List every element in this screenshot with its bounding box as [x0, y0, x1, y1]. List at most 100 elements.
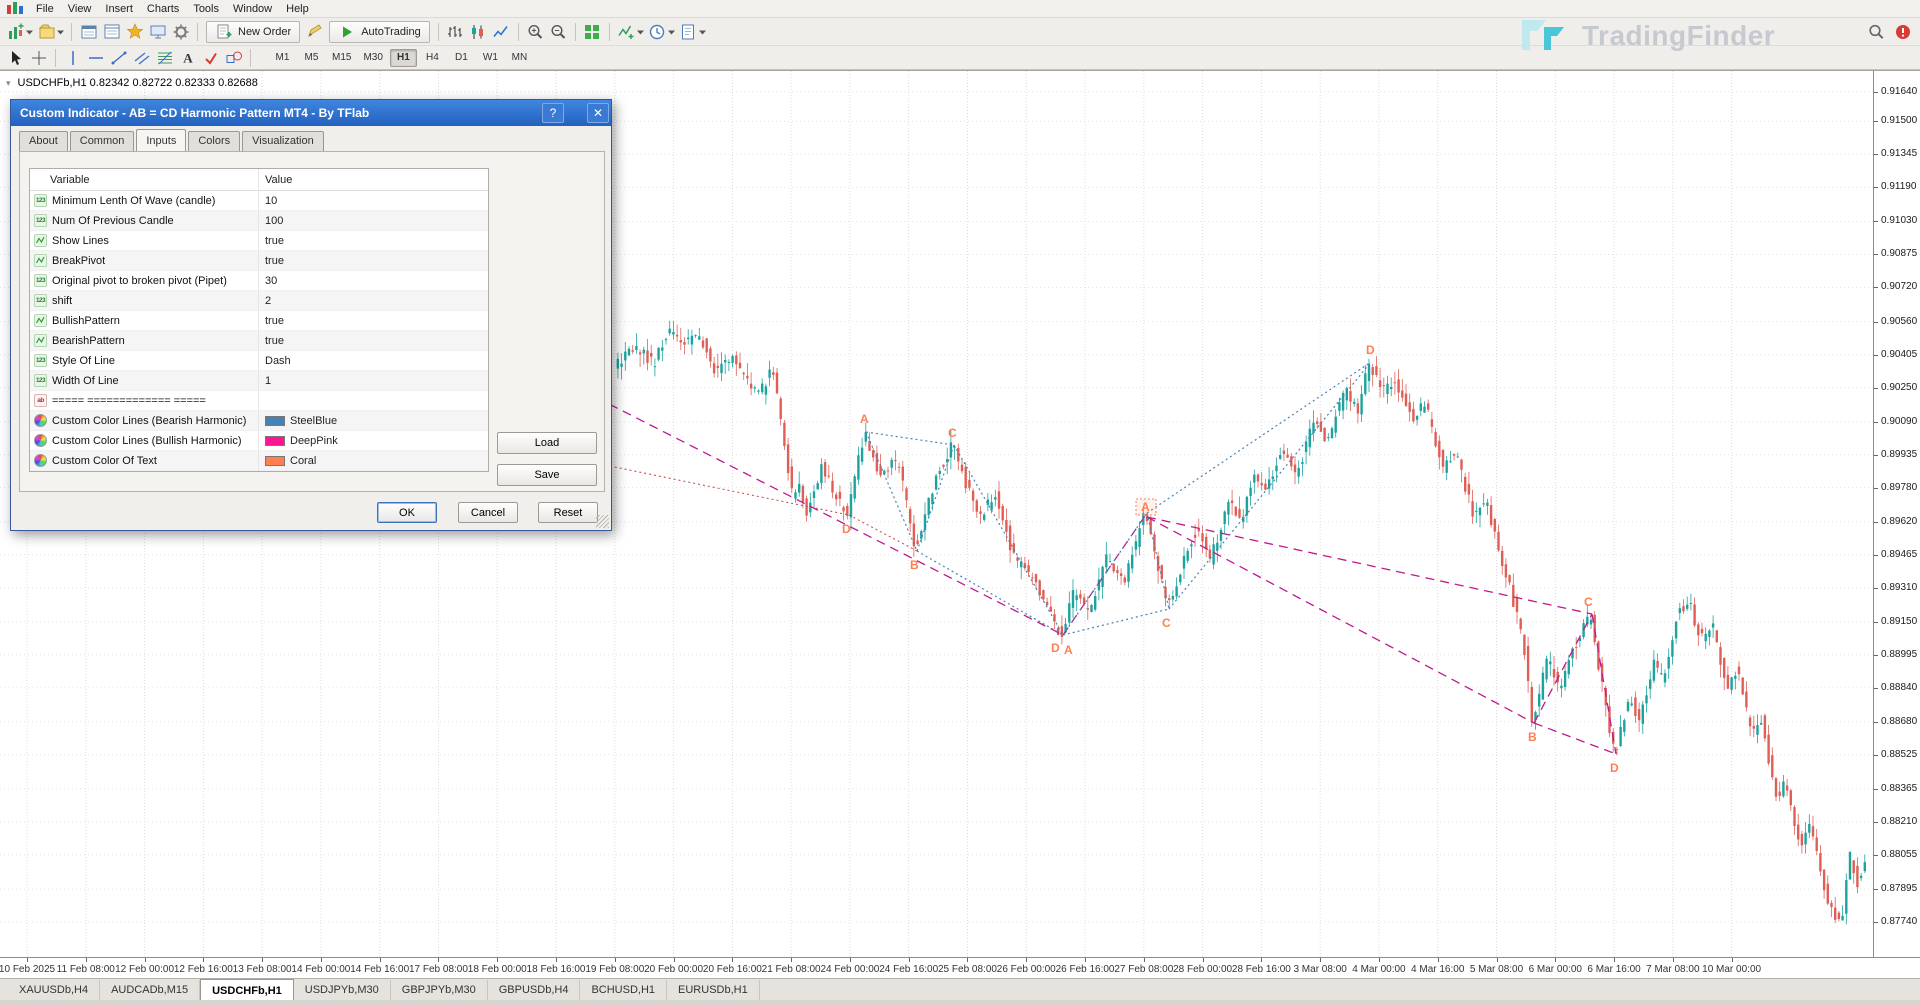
arrow-label-icon[interactable] — [199, 47, 222, 69]
timeframe-m1[interactable]: M1 — [269, 49, 296, 67]
search-icon[interactable] — [1864, 21, 1887, 43]
dialog-tab-colors[interactable]: Colors — [188, 131, 241, 151]
symbol-tab-usdjpyb-m30[interactable]: USDJPYb,M30 — [294, 980, 391, 1000]
input-value[interactable]: 100 — [265, 215, 283, 227]
tile-windows-icon[interactable] — [581, 21, 604, 43]
bars-chart-icon[interactable] — [444, 21, 467, 43]
price-axis[interactable]: 0.91640 0.91500 0.91345 0.91190 0.91030 0.908… — [1873, 70, 1920, 957]
menu-charts[interactable]: Charts — [140, 1, 186, 17]
input-row[interactable]: Custom Color Lines (Bearish Harmonic) Ste… — [30, 411, 488, 431]
timeframe-m15[interactable]: M15 — [327, 49, 356, 67]
horizontal-line-icon[interactable] — [84, 47, 107, 69]
symbol-tab-eurusdb-h1[interactable]: EURUSDb,H1 — [667, 980, 760, 1000]
input-value[interactable]: Dash — [265, 355, 291, 367]
data-window-icon[interactable] — [100, 21, 123, 43]
input-value[interactable]: true — [265, 255, 284, 267]
dialog-help-button[interactable]: ? — [542, 103, 564, 123]
dialog-close-button[interactable]: ✕ — [587, 103, 609, 123]
input-value[interactable]: 2 — [265, 295, 271, 307]
input-value[interactable]: true — [265, 235, 284, 247]
input-row[interactable]: 123 Style Of Line Dash — [30, 351, 488, 371]
input-row[interactable]: ab ===== ============= ===== — [30, 391, 488, 411]
timeframe-h1[interactable]: H1 — [389, 48, 417, 67]
timeframe-h4[interactable]: H4 — [419, 49, 446, 67]
symbol-tab-audcadb-m15[interactable]: AUDCADb,M15 — [100, 980, 201, 1000]
text-icon[interactable]: A — [176, 47, 199, 69]
dropdown-caret-icon[interactable] — [666, 21, 677, 43]
new-order-button[interactable]: New Order — [206, 20, 301, 43]
symbol-tab-usdchfb-h1[interactable]: USDCHFb,H1 — [200, 979, 294, 1001]
input-value[interactable]: Coral — [265, 455, 316, 467]
dropdown-caret-icon[interactable] — [55, 21, 66, 43]
timeframe-mn[interactable]: MN — [506, 49, 533, 67]
line-chart-icon[interactable] — [490, 21, 513, 43]
load-button[interactable]: Load — [497, 432, 597, 454]
dialog-tab-inputs[interactable]: Inputs — [136, 129, 187, 151]
candle-chart-icon[interactable] — [467, 21, 490, 43]
timeframe-d1[interactable]: D1 — [448, 49, 475, 67]
channel-icon[interactable] — [130, 47, 153, 69]
menu-insert[interactable]: Insert — [98, 1, 140, 17]
zoom-in-icon[interactable] — [524, 21, 547, 43]
input-row[interactable]: Custom Color Of Text Coral — [30, 451, 488, 471]
crosshair-icon[interactable] — [27, 47, 50, 69]
menu-file[interactable]: File — [29, 1, 61, 17]
zoom-out-icon[interactable] — [547, 21, 570, 43]
input-row[interactable]: 123 Num Of Previous Candle 100 — [30, 211, 488, 231]
dialog-tab-visualization[interactable]: Visualization — [242, 131, 324, 151]
menu-window[interactable]: Window — [226, 1, 279, 17]
shapes-icon[interactable] — [222, 47, 245, 69]
ok-button[interactable]: OK — [377, 502, 437, 523]
menu-help[interactable]: Help — [279, 1, 316, 17]
input-row[interactable]: 123 shift 2 — [30, 291, 488, 311]
menu-tools[interactable]: Tools — [186, 1, 226, 17]
input-row[interactable]: 123 Minimum Lenth Of Wave (candle) 10 — [30, 191, 488, 211]
input-value[interactable]: 10 — [265, 195, 277, 207]
market-watch-icon[interactable] — [77, 21, 100, 43]
timeframe-m30[interactable]: M30 — [358, 49, 387, 67]
dropdown-caret-icon[interactable] — [635, 21, 646, 43]
input-row[interactable]: Show Lines true — [30, 231, 488, 251]
cursor-icon[interactable] — [4, 47, 27, 69]
symbol-tab-xauusdb-h4[interactable]: XAUUSDb,H4 — [8, 980, 101, 1000]
save-button[interactable]: Save — [497, 464, 597, 486]
navigator-icon[interactable] — [123, 21, 146, 43]
trendline-icon[interactable] — [107, 47, 130, 69]
input-row[interactable]: 123 Original pivot to broken pivot (Pipet… — [30, 271, 488, 291]
timeframe-m5[interactable]: M5 — [298, 49, 325, 67]
dialog-title-bar[interactable]: Custom Indicator - AB = CD Harmonic Patt… — [11, 100, 611, 126]
input-value[interactable]: 30 — [265, 275, 277, 287]
terminal-icon[interactable] — [146, 21, 169, 43]
input-value[interactable]: true — [265, 335, 284, 347]
dropdown-caret-icon[interactable] — [24, 21, 35, 43]
dialog-tab-about[interactable]: About — [19, 131, 68, 151]
symbol-tab-gbpjpyb-m30[interactable]: GBPJPYb,M30 — [391, 980, 488, 1000]
timeframe-w1[interactable]: W1 — [477, 49, 504, 67]
metaeditor-icon[interactable] — [303, 21, 326, 43]
symbol-tab-gbpusdb-h4[interactable]: GBPUSDb,H4 — [488, 980, 581, 1000]
menu-view[interactable]: View — [61, 1, 99, 17]
autotrading-button[interactable]: AutoTrading — [329, 20, 430, 43]
news-alert-icon[interactable] — [1891, 21, 1914, 43]
input-row[interactable]: 123 Width Of Line 1 — [30, 371, 488, 391]
input-row[interactable]: BreakPivot true — [30, 251, 488, 271]
dialog-tab-common[interactable]: Common — [69, 131, 135, 151]
input-value[interactable]: SteelBlue — [265, 415, 337, 427]
input-row[interactable]: BearishPattern true — [30, 331, 488, 351]
price-label: 0.90720 — [1881, 281, 1918, 293]
one-click-collapse-icon[interactable]: ▾ — [6, 78, 11, 89]
dropdown-caret-icon[interactable] — [697, 21, 708, 43]
input-value[interactable]: 1 — [265, 375, 271, 387]
reset-button[interactable]: Reset — [538, 502, 598, 523]
input-value[interactable]: DeepPink — [265, 435, 338, 447]
symbol-tab-bchusd-h1[interactable]: BCHUSD,H1 — [580, 980, 668, 1000]
input-row[interactable]: BullishPattern true — [30, 311, 488, 331]
time-axis[interactable]: 10 Feb 2025 11 Feb 08:00 12 Feb 00:00 12 Fe… — [0, 957, 1920, 978]
fibonacci-icon[interactable] — [153, 47, 176, 69]
vertical-line-icon[interactable] — [61, 47, 84, 69]
inputs-table[interactable]: Variable Value 123 Minimum Lenth Of Wave … — [29, 168, 489, 472]
input-value[interactable]: true — [265, 315, 284, 327]
input-row[interactable]: Custom Color Lines (Bullish Harmonic) Dee… — [30, 431, 488, 451]
strategy-tester-icon[interactable] — [169, 21, 192, 43]
cancel-button[interactable]: Cancel — [458, 502, 518, 523]
